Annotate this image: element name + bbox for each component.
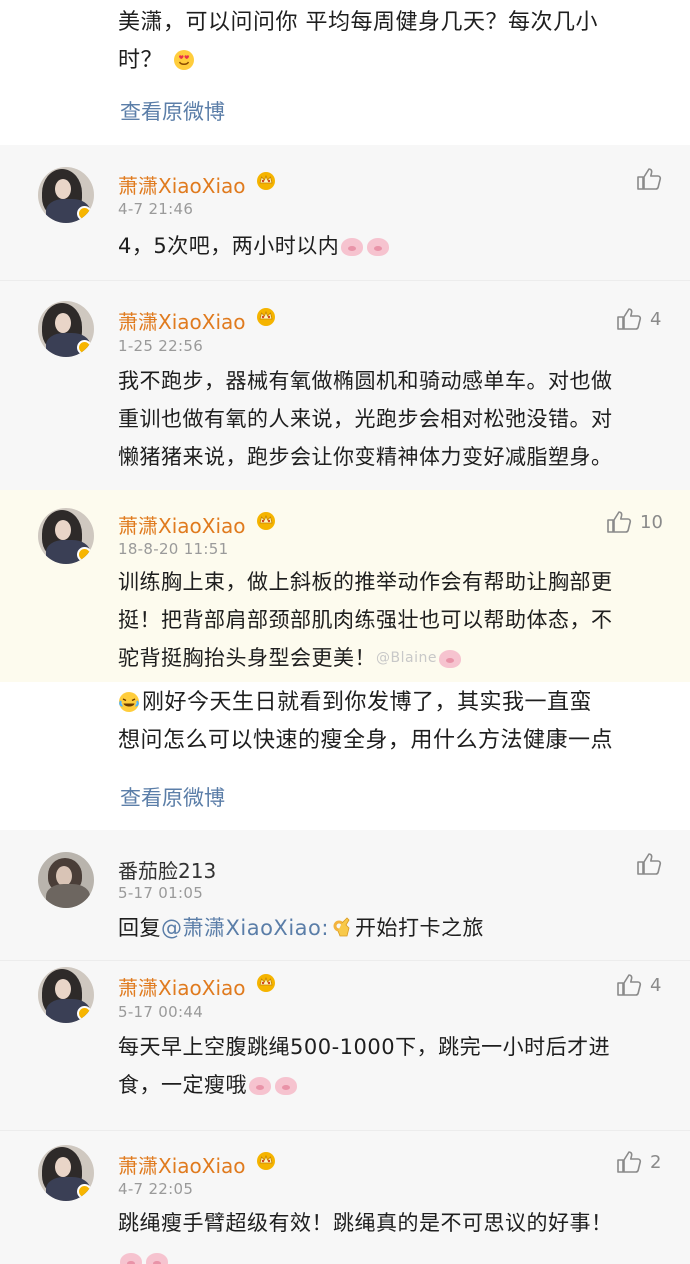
thumbs-up-icon bbox=[606, 510, 632, 534]
like-button[interactable]: 10 bbox=[606, 510, 663, 534]
pig-emoji bbox=[275, 1077, 297, 1095]
ok-hand-emoji bbox=[333, 917, 350, 937]
avatar[interactable] bbox=[38, 1145, 94, 1201]
thumbs-up-icon bbox=[616, 1150, 642, 1174]
verified-badge-icon bbox=[77, 1006, 92, 1021]
crying-laugh-emoji bbox=[119, 692, 139, 712]
comment-time: 5-17 00:44 bbox=[118, 1003, 204, 1021]
mention-link[interactable]: @萧潇XiaoXiao: bbox=[161, 916, 329, 940]
verified-badge-icon bbox=[77, 1184, 92, 1199]
thumbs-up-icon bbox=[616, 307, 642, 331]
commenter-name[interactable]: 萧潇XiaoXiao bbox=[118, 510, 246, 539]
comment-time: 1-25 22:56 bbox=[118, 337, 204, 355]
comment-text-line: 食，一定瘦哦 bbox=[118, 1073, 247, 1097]
like-count: 10 bbox=[640, 511, 663, 533]
comment-text: 回复@萧潇XiaoXiao: 开始打卡之旅 bbox=[118, 909, 678, 947]
comment-text-line: 跳绳瘦手臂超级有效！跳绳真的是不可思议的好事！ bbox=[118, 1211, 613, 1235]
avatar[interactable] bbox=[38, 508, 94, 564]
avatar[interactable] bbox=[38, 967, 94, 1023]
reply-prefix: 回复 bbox=[118, 916, 161, 940]
like-count: 2 bbox=[650, 1151, 662, 1173]
like-button[interactable] bbox=[636, 167, 662, 191]
post-text: 美潇，可以问问你 平均每周健身几天？每次几小 时？ bbox=[118, 4, 678, 80]
like-button[interactable]: 2 bbox=[616, 1150, 661, 1174]
heart-eyes-emoji bbox=[173, 50, 194, 70]
pig-emoji bbox=[146, 1253, 168, 1264]
like-button[interactable]: 4 bbox=[616, 307, 661, 331]
comment-text: 每天早上空腹跳绳500-1000下，跳完一小时后才进 食，一定瘦哦 bbox=[118, 1028, 678, 1104]
pig-emoji bbox=[438, 650, 461, 668]
comment-text-line: 我不跑步，器械有氧做椭圆机和骑动感单车。对也做 bbox=[118, 369, 613, 393]
original-post-2: 刚好今天生日就看到你发博了，其实我一直蛮 想问怎么可以快速的瘦全身，用什么方法健… bbox=[0, 682, 690, 830]
view-original-link[interactable]: 查看原微博 bbox=[120, 96, 225, 126]
post-text-line: 时？ bbox=[118, 48, 164, 73]
thumbs-up-icon bbox=[636, 167, 662, 191]
view-original-link[interactable]: 查看原微博 bbox=[120, 782, 225, 812]
pig-emoji bbox=[249, 1077, 271, 1095]
comment-item: 萧潇XiaoXiao 1-25 22:56 我不跑步，器械有氧做椭圆机和骑动感单… bbox=[0, 280, 690, 490]
comment-item: 萧潇XiaoXiao 4-7 21:46 4，5次吧，两小时以内 bbox=[0, 145, 690, 280]
comment-time: 18-8-20 11:51 bbox=[118, 540, 229, 558]
avatar[interactable] bbox=[38, 167, 94, 223]
crown-badge-icon bbox=[255, 972, 277, 992]
pig-emoji bbox=[367, 238, 390, 256]
comment-text-line: 驼背挺胸抬头身型会更美！ bbox=[118, 646, 376, 670]
post-text-line: 想问怎么可以快速的瘦全身，用什么方法健康一点 bbox=[118, 728, 614, 753]
verified-badge-icon bbox=[77, 340, 92, 355]
commenter-name[interactable]: 番茄脸213 bbox=[118, 855, 216, 884]
reply-text: 开始打卡之旅 bbox=[354, 916, 484, 940]
verified-badge-icon bbox=[77, 547, 92, 562]
comment-time: 4-7 21:46 bbox=[118, 200, 194, 218]
comment-text: 我不跑步，器械有氧做椭圆机和骑动感单车。对也做 重训也做有氧的人来说，光跑步会相… bbox=[118, 362, 678, 476]
comment-item: 萧潇XiaoXiao 5-17 00:44 每天早上空腹跳绳500-1000下，… bbox=[0, 960, 690, 1130]
commenter-name[interactable]: 萧潇XiaoXiao bbox=[118, 306, 246, 335]
comment-item: 番茄脸213 5-17 01:05 回复@萧潇XiaoXiao: 开始打卡之旅 bbox=[0, 830, 690, 960]
avatar[interactable] bbox=[38, 852, 94, 908]
comment-text: 4，5次吧，两小时以内 bbox=[118, 227, 678, 265]
comment-text: 跳绳瘦手臂超级有效！跳绳真的是不可思议的好事！ bbox=[118, 1204, 678, 1264]
comment-text-line: 重训也做有氧的人来说，光跑步会相对松弛没错。对 bbox=[118, 407, 613, 431]
original-post-1: 美潇，可以问问你 平均每周健身几天？每次几小 时？ 查看原微博 bbox=[0, 0, 690, 145]
commenter-name[interactable]: 萧潇XiaoXiao bbox=[118, 972, 246, 1001]
watermark: @Blaine bbox=[376, 650, 437, 666]
like-count: 4 bbox=[650, 308, 662, 330]
post-text-line: 刚好今天生日就看到你发博了，其实我一直蛮 bbox=[142, 690, 593, 715]
like-count: 4 bbox=[650, 974, 662, 996]
like-button[interactable] bbox=[636, 852, 662, 876]
thumbs-up-icon bbox=[616, 973, 642, 997]
pig-emoji bbox=[341, 238, 364, 256]
avatar[interactable] bbox=[38, 301, 94, 357]
crown-badge-icon bbox=[255, 306, 277, 326]
comment-time: 5-17 01:05 bbox=[118, 884, 204, 902]
commenter-name[interactable]: 萧潇XiaoXiao bbox=[118, 170, 246, 199]
comment-time: 4-7 22:05 bbox=[118, 1180, 194, 1198]
comment-item: 萧潇XiaoXiao 4-7 22:05 跳绳瘦手臂超级有效！跳绳真的是不可思议… bbox=[0, 1130, 690, 1264]
post-text-line: 美潇，可以问问你 平均每周健身几天？每次几小 bbox=[118, 10, 598, 35]
comment-text-line: 训练胸上束，做上斜板的推举动作会有帮助让胸部更 bbox=[118, 570, 613, 594]
comment-item: 萧潇XiaoXiao 18-8-20 11:51 训练胸上束，做上斜板的推举动作… bbox=[0, 490, 690, 682]
verified-badge-icon bbox=[77, 206, 92, 221]
thumbs-up-icon bbox=[636, 852, 662, 876]
comment-text-line: 每天早上空腹跳绳500-1000下，跳完一小时后才进 bbox=[118, 1035, 611, 1059]
post-text: 刚好今天生日就看到你发博了，其实我一直蛮 想问怎么可以快速的瘦全身，用什么方法健… bbox=[118, 684, 678, 760]
comment-text-line: 懒猪猪来说，跑步会让你变精神体力变好减脂塑身。 bbox=[118, 445, 613, 469]
commenter-name[interactable]: 萧潇XiaoXiao bbox=[118, 1150, 246, 1179]
pig-emoji bbox=[120, 1253, 142, 1264]
crown-badge-icon bbox=[255, 1150, 277, 1170]
crown-badge-icon bbox=[255, 170, 277, 190]
like-button[interactable]: 4 bbox=[616, 973, 661, 997]
comment-text-line: 挺！把背部肩部颈部肌肉练强壮也可以帮助体态，不 bbox=[118, 608, 613, 632]
comment-text-line: 4，5次吧，两小时以内 bbox=[118, 234, 340, 258]
comment-text: 训练胸上束，做上斜板的推举动作会有帮助让胸部更 挺！把背部肩部颈部肌肉练强壮也可… bbox=[118, 563, 678, 677]
crown-badge-icon bbox=[255, 510, 277, 530]
